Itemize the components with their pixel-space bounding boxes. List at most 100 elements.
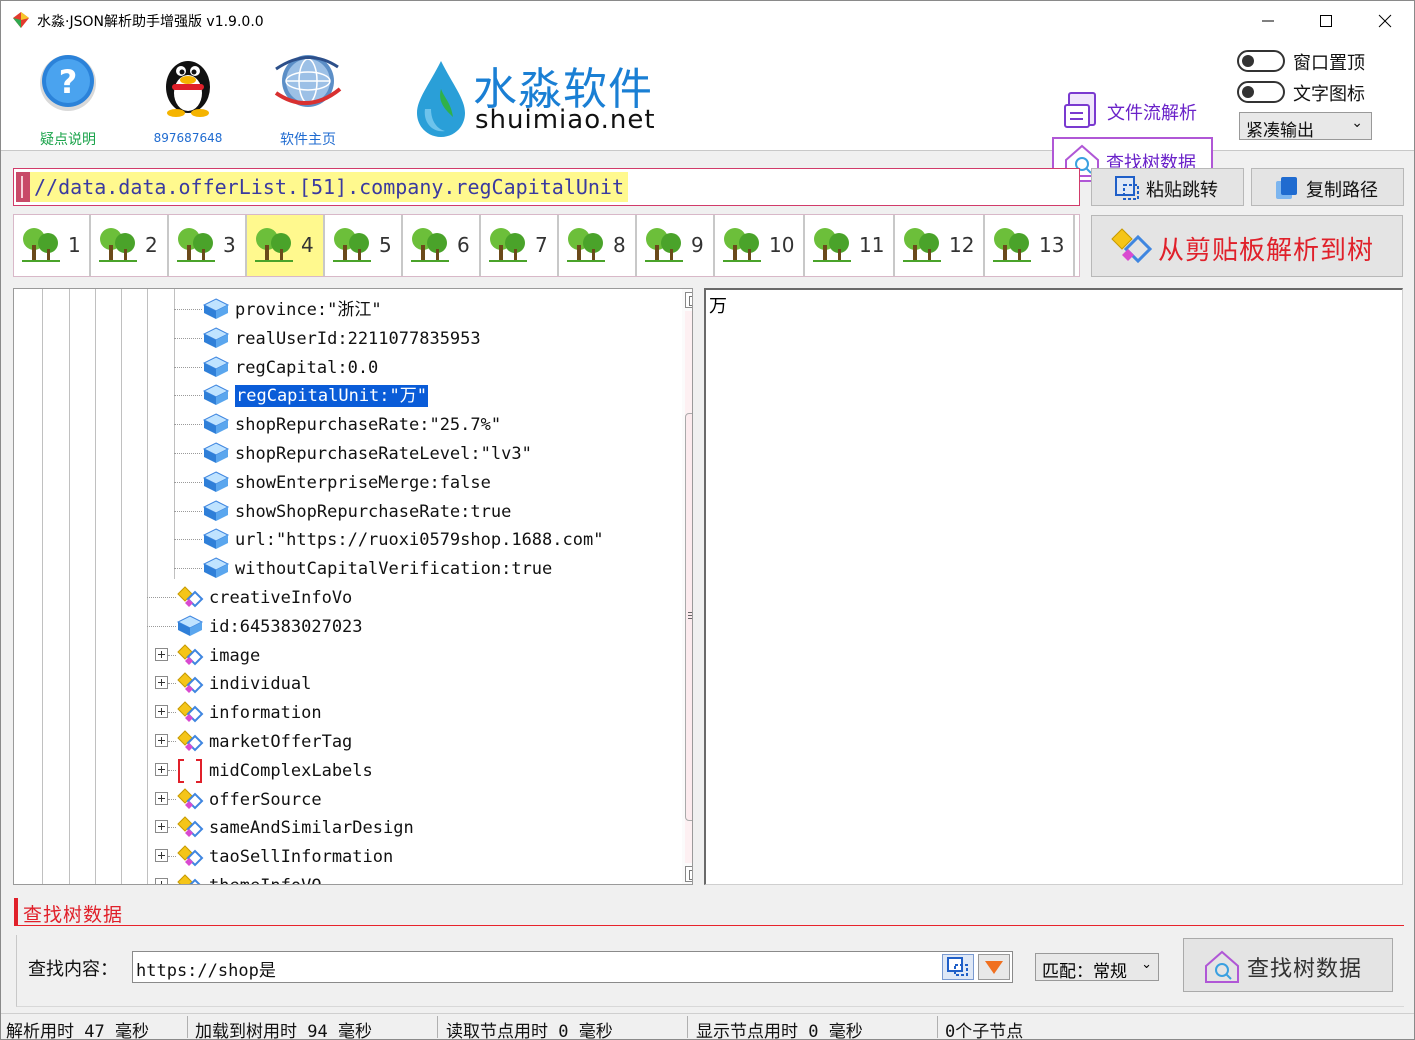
paste-icon [947, 957, 968, 976]
tab-1[interactable]: 1 [14, 215, 91, 276]
json-tree-view[interactable]: province:"浙江" realUserId:2211077835953 reg… [13, 288, 693, 885]
tab-6[interactable]: 6 [403, 215, 481, 276]
tree-node-selected[interactable]: regCapitalUnit:"万" [174, 381, 674, 409]
tree-icon [99, 228, 137, 262]
tree-node[interactable]: sameAndSimilarDesign [147, 813, 667, 841]
tree-node[interactable]: showShopRepurchaseRate:true [174, 497, 674, 525]
expand-plus-icon[interactable] [155, 705, 168, 719]
tree-node-label: withoutCapitalVerification:true [235, 559, 553, 580]
file-stream-parse-button[interactable]: 文件流解析 [1063, 91, 1213, 131]
chevron-down-icon: ⌄ [1141, 957, 1152, 972]
tab-3[interactable]: 3 [169, 215, 247, 276]
minimize-button[interactable] [1239, 1, 1297, 41]
expand-plus-icon[interactable] [155, 734, 168, 747]
scroll-thumb[interactable] [685, 413, 692, 821]
scroll-down-button[interactable] [685, 866, 692, 882]
tab-13[interactable]: 13 [985, 215, 1075, 276]
tree-node[interactable]: marketOfferTag [147, 727, 667, 755]
tab-label: 1 [68, 233, 81, 257]
tree-node[interactable]: url:"https://ruoxi0579shop.1688.com" [174, 525, 674, 553]
tab-5[interactable]: 5 [325, 215, 403, 276]
tree-node[interactable]: themeInfoVO [147, 871, 667, 884]
triangle-down-icon [985, 961, 1003, 974]
help-button[interactable]: ? 疑点说明 [20, 49, 116, 148]
tree-node[interactable]: realUserId:2211077835953 [174, 324, 674, 352]
status-bar: 解析用时 47 毫秒 加载到树用时 94 毫秒 读取节点用时 0 毫秒 显示节点… [1, 1013, 1414, 1040]
expand-plus-icon[interactable] [155, 878, 168, 884]
tree-connector [174, 366, 202, 368]
expand-plus-icon[interactable] [155, 849, 168, 863]
scroll-up-button[interactable] [685, 292, 692, 308]
tab-11[interactable]: 11 [805, 215, 895, 276]
tree-icon [567, 228, 605, 262]
copy-path-button[interactable]: 复制路径 [1251, 168, 1404, 206]
qq-button[interactable]: 897687648 [140, 49, 236, 147]
find-tree-data-search-button[interactable]: 查找树数据 [1183, 938, 1393, 992]
status-divider [687, 1016, 688, 1038]
tree-node[interactable]: shopRepurchaseRateLevel:"lv3" [174, 439, 674, 467]
topmost-toggle[interactable]: 窗口置顶 [1237, 48, 1377, 74]
expand-plus-icon[interactable] [155, 820, 168, 834]
node-value-panel[interactable]: 万 [704, 288, 1403, 885]
query-history-dropdown-button[interactable] [978, 954, 1010, 980]
json-path-field[interactable]: //data.data.offerList.[51].company.regCa… [13, 168, 1080, 206]
parse-from-clipboard-button[interactable]: 从剪贴板解析到树 [1091, 215, 1403, 277]
paste-jump-button[interactable]: 粘贴跳转 [1091, 168, 1244, 206]
tab-7[interactable]: 7 [481, 215, 559, 276]
output-mode-select[interactable]: 紧凑输出 ⌄ [1239, 112, 1372, 141]
status-child-count: 0个子节点 [945, 1022, 1024, 1040]
tree-icon [489, 228, 527, 262]
paste-query-button[interactable] [942, 954, 974, 980]
tree-node[interactable]: taoSellInformation [147, 842, 667, 870]
tab-label: 12 [949, 233, 975, 257]
text-icon-toggle[interactable]: 文字图标 [1237, 79, 1377, 105]
tree-node[interactable]: regCapital:0.0 [174, 353, 674, 381]
app-logo-icon [13, 12, 29, 28]
app-window: 水淼·JSON解析助手增强版 v1.9.0.0 ? 疑点说明 897687648… [0, 0, 1415, 1040]
tab-8[interactable]: 8 [559, 215, 637, 276]
tab-2[interactable]: 2 [91, 215, 169, 276]
tree-connector [174, 568, 202, 570]
match-mode-select[interactable]: 匹配：常规 ⌄ [1035, 953, 1159, 982]
topmost-switch[interactable] [1237, 50, 1285, 72]
find-query-input[interactable]: https://shop是 [132, 951, 1013, 983]
tree-node-label: individual [209, 674, 312, 695]
tree-node-label: id:645383027023 [209, 616, 363, 637]
status-load-time: 加载到树用时 94 毫秒 [195, 1022, 372, 1040]
expand-plus-icon[interactable] [155, 791, 168, 805]
globe-icon [274, 55, 342, 107]
tree-node[interactable]: midComplexLabels [147, 756, 667, 784]
tree-node[interactable]: showEnterpriseMerge:false [174, 468, 674, 496]
tree-vertical-scrollbar[interactable] [682, 289, 692, 884]
tree-node[interactable]: individual [147, 669, 667, 697]
tree-connector [174, 510, 202, 512]
tab-9[interactable]: 9 [637, 215, 715, 276]
tab-10[interactable]: 10 [715, 215, 805, 276]
text-icon-switch[interactable] [1237, 81, 1285, 103]
help-label: 疑点说明 [40, 132, 96, 148]
tab-4[interactable]: 4 [247, 215, 325, 276]
tree-node-label: image [209, 645, 261, 666]
expand-plus-icon[interactable] [155, 647, 168, 661]
tab-label: 5 [379, 233, 392, 257]
expand-plus-icon[interactable] [155, 762, 168, 776]
tree-node[interactable]: shopRepurchaseRate:"25.7%" [174, 410, 674, 438]
json-path-text: //data.data.offerList.[51].company.regCa… [30, 172, 629, 202]
qq-number-label: 897687648 [153, 131, 223, 145]
tree-node[interactable]: id:645383027023 [147, 612, 667, 640]
close-button[interactable] [1356, 1, 1414, 41]
tree-node-label: taoSellInformation [209, 847, 394, 868]
tree-node[interactable]: offerSource [147, 785, 667, 813]
tab-overflow[interactable] [1075, 215, 1079, 276]
tree-node[interactable]: information [147, 698, 667, 726]
maximize-button[interactable] [1297, 1, 1355, 41]
tree-node[interactable]: withoutCapitalVerification:true [174, 554, 674, 582]
tree-node-label: offerSource [209, 789, 322, 810]
tab-12[interactable]: 12 [895, 215, 985, 276]
homepage-button[interactable]: 软件主页 [260, 49, 356, 148]
expand-plus-icon[interactable] [155, 676, 168, 690]
tree-node[interactable]: image [147, 641, 667, 669]
tree-node[interactable]: creativeInfoVo [147, 583, 667, 611]
object-brace-icon [177, 643, 204, 666]
tree-node[interactable]: province:"浙江" [174, 295, 674, 323]
